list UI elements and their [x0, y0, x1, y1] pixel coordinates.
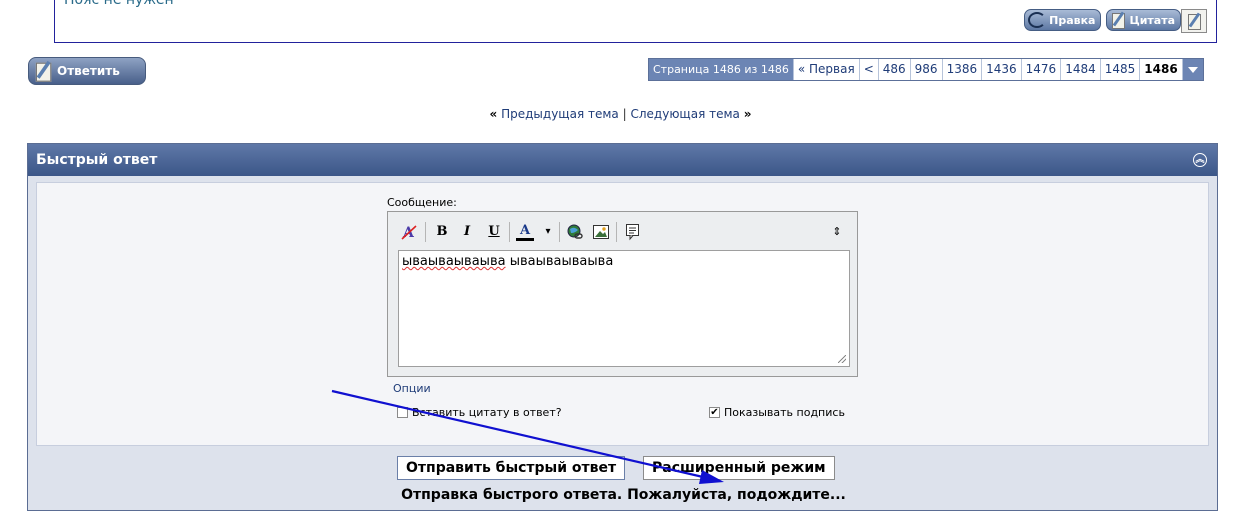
annotation-arrow [331, 389, 724, 484]
